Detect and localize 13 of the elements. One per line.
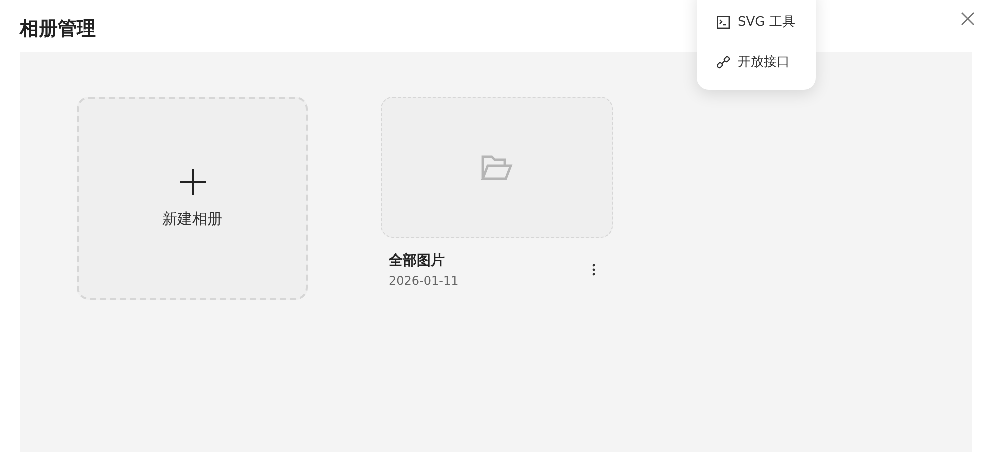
link-icon <box>717 56 730 68</box>
more-button[interactable] <box>591 263 597 277</box>
album-title: 全部图片 <box>389 252 446 270</box>
dialog-title: 相册管理 <box>20 17 96 42</box>
menu-item[interactable]: 开放接口 <box>697 42 816 82</box>
terminal-icon <box>717 16 730 28</box>
plus-icon <box>178 168 206 196</box>
menu-item[interactable]: SVG 工具 <box>697 2 816 42</box>
folder-icon <box>481 154 513 180</box>
close-button[interactable] <box>960 11 976 27</box>
album-date: 2026-01-11 <box>389 274 459 288</box>
new-album-button[interactable]: 新建相册 <box>77 97 308 300</box>
album-thumbnail[interactable] <box>381 97 613 238</box>
